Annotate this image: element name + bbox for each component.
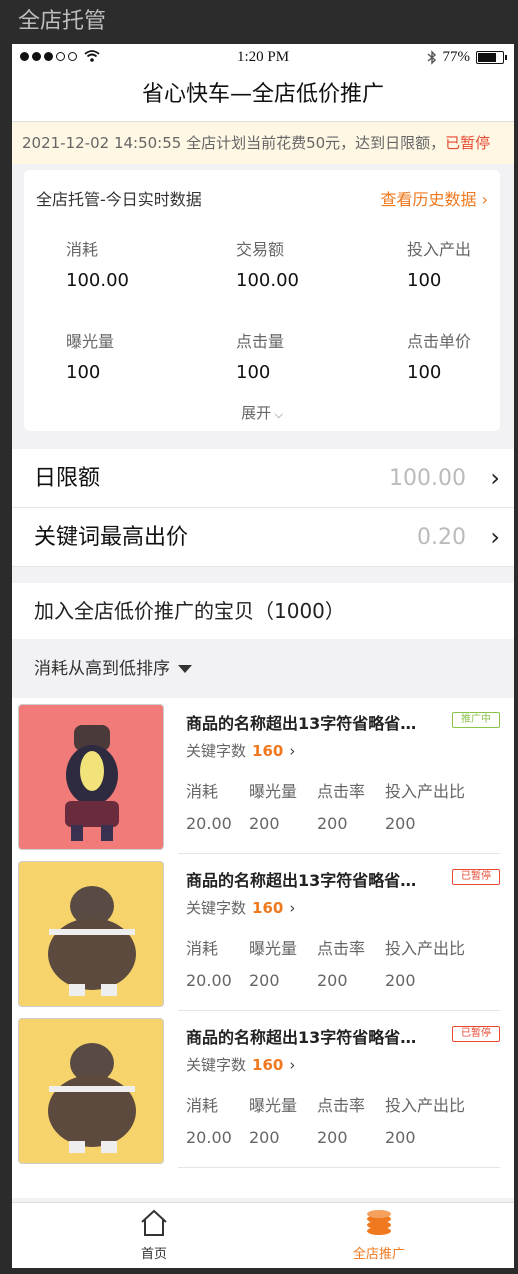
metric-cpc: 点击单价 100 bbox=[407, 332, 472, 383]
bluetooth-icon bbox=[427, 50, 436, 65]
tab-store-promotion[interactable]: 全店推广 bbox=[319, 1209, 439, 1262]
stat-consumption: 消耗 20.00 bbox=[186, 939, 232, 990]
chevron-right-icon: › bbox=[289, 742, 296, 760]
product-list: 商品的名称超出13字符省略省… 推广中 关键字数 160 › 消耗 20.00 曝光量… bbox=[12, 698, 514, 1198]
daily-limit-row[interactable]: 日限额 100.00 › bbox=[12, 449, 514, 508]
metric-clicks: 点击量 100 bbox=[236, 332, 285, 383]
history-link[interactable]: 查看历史数据 › bbox=[380, 186, 488, 210]
window-title: 全店托管 bbox=[0, 0, 518, 44]
status-badge: 已暂停 bbox=[452, 1026, 500, 1042]
chevron-right-icon: › bbox=[490, 523, 500, 551]
battery-icon bbox=[476, 51, 507, 64]
status-badge: 推广中 bbox=[452, 712, 500, 728]
tab-home[interactable]: 首页 bbox=[94, 1209, 214, 1262]
today-data-card: 全店托管-今日实时数据 查看历史数据 › 消耗 100.00 交易额 100.00 … bbox=[24, 170, 500, 431]
max-bid-value: 0.20 bbox=[417, 525, 466, 550]
product-image bbox=[18, 861, 164, 1007]
card-title: 全店托管-今日实时数据 bbox=[36, 190, 202, 209]
metric-consumption: 消耗 100.00 bbox=[66, 240, 129, 291]
chevron-right-icon: › bbox=[481, 190, 488, 209]
stat-roi: 投入产出比 200 bbox=[385, 939, 466, 990]
stat-consumption: 消耗 20.00 bbox=[186, 782, 232, 833]
metric-roi: 投入产出 100 bbox=[407, 240, 472, 291]
coins-icon bbox=[367, 1210, 391, 1235]
max-bid-row[interactable]: 关键词最高出价 0.20 › bbox=[12, 508, 514, 567]
metric-impressions: 曝光量 100 bbox=[66, 332, 115, 383]
keyword-link[interactable]: 关键字数 160 › bbox=[186, 897, 295, 918]
stat-impressions: 曝光量 200 bbox=[249, 782, 298, 833]
daily-limit-value: 100.00 bbox=[389, 466, 466, 491]
notice-banner: 2021-12-02 14:50:55 全店计划当前花费50元，达到日限额，已暂… bbox=[12, 122, 514, 164]
stat-roi: 投入产出比 200 bbox=[385, 782, 466, 833]
chevron-right-icon: › bbox=[289, 1056, 296, 1074]
products-header: 加入全店低价推广的宝贝（1000） bbox=[12, 583, 514, 639]
stat-impressions: 曝光量 200 bbox=[249, 939, 298, 990]
phone-screen: 1:20 PM 77% 省心快车—全店低价推广 2021-12-02 14:50… bbox=[12, 44, 514, 1268]
stat-consumption: 消耗 20.00 bbox=[186, 1096, 232, 1147]
product-item[interactable]: 商品的名称超出13字符省略省… 推广中 关键字数 160 › 消耗 20.00 曝光量… bbox=[12, 698, 514, 854]
chevron-right-icon: › bbox=[289, 899, 296, 917]
product-name: 商品的名称超出13字符省略省… bbox=[186, 714, 417, 733]
notice-text: 2021-12-02 14:50:55 全店计划当前花费50元，达到日限额， bbox=[22, 134, 446, 152]
metric-transaction: 交易额 100.00 bbox=[236, 240, 299, 291]
sort-dropdown[interactable]: 消耗从高到低排序 bbox=[12, 644, 514, 694]
keyword-link[interactable]: 关键字数 160 › bbox=[186, 740, 295, 761]
stat-roi: 投入产出比 200 bbox=[385, 1096, 466, 1147]
stat-ctr: 点击率 200 bbox=[317, 1096, 366, 1147]
battery-percent: 77% bbox=[442, 49, 471, 65]
home-icon bbox=[141, 1209, 167, 1236]
settings-list: 日限额 100.00 › 关键词最高出价 0.20 › bbox=[12, 449, 514, 567]
product-name: 商品的名称超出13字符省略省… bbox=[186, 1028, 417, 1047]
keyword-link[interactable]: 关键字数 160 › bbox=[186, 1054, 295, 1075]
product-item[interactable]: 商品的名称超出13字符省略省… 已暂停 关键字数 160 › 消耗 20.00 曝光量… bbox=[12, 855, 514, 1011]
stat-impressions: 曝光量 200 bbox=[249, 1096, 298, 1147]
product-image bbox=[18, 1018, 164, 1164]
product-name: 商品的名称超出13字符省略省… bbox=[186, 871, 417, 890]
product-item[interactable]: 商品的名称超出13字符省略省… 已暂停 关键字数 160 › 消耗 20.00 曝光量… bbox=[12, 1012, 514, 1168]
status-bar: 1:20 PM 77% bbox=[12, 44, 514, 72]
expand-button[interactable]: 展开 ⌵ bbox=[24, 402, 500, 423]
chevron-down-icon: ⌵ bbox=[271, 408, 283, 421]
notice-status: 已暂停 bbox=[445, 134, 491, 152]
status-badge: 已暂停 bbox=[452, 869, 500, 885]
page-title: 省心快车—全店低价推广 bbox=[12, 72, 514, 122]
stat-ctr: 点击率 200 bbox=[317, 939, 366, 990]
tab-bar: 首页 全店推广 bbox=[12, 1202, 514, 1268]
caret-down-icon bbox=[178, 665, 192, 673]
chevron-right-icon: › bbox=[490, 464, 500, 492]
stat-ctr: 点击率 200 bbox=[317, 782, 366, 833]
product-image bbox=[18, 704, 164, 850]
